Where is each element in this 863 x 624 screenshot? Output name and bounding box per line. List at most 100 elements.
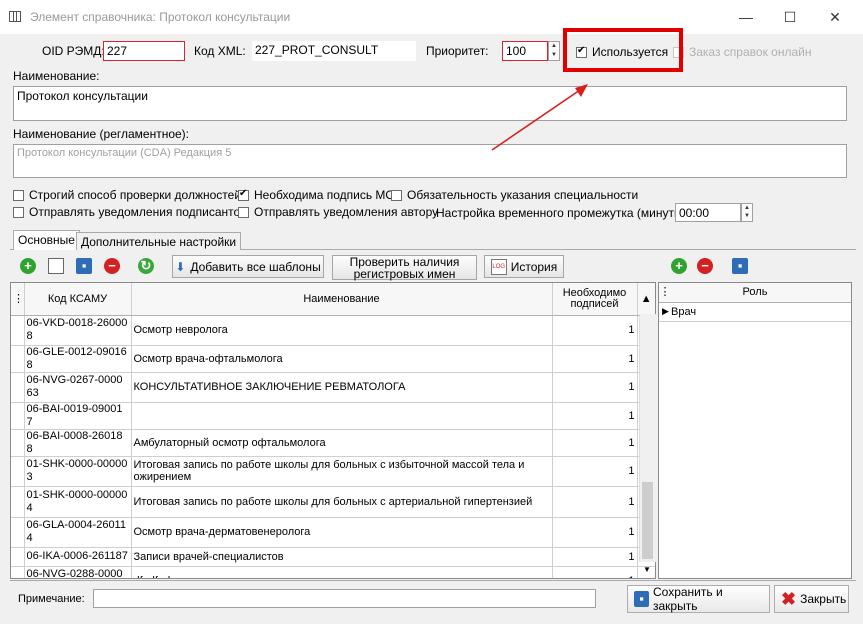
sign-mo-checkbox[interactable] [238,188,249,201]
cell-signatures[interactable]: 1 [552,372,638,403]
time-range-input[interactable]: 00:00 [675,203,741,222]
save-role-icon[interactable]: ▪ [732,258,748,274]
strict-check-checkbox[interactable] [13,189,24,201]
minimize-button[interactable]: — [723,0,769,34]
cell-code[interactable]: 01-SHK-0000-000004 [24,486,132,518]
table-row[interactable]: 06-GLA-0004-260114 Осмотр врача-дерматове… [11,517,655,548]
tab-extra-settings[interactable]: Дополнительные настройки [76,232,242,250]
cell-name[interactable]: Записи врачей-специалистов [131,547,553,567]
cell-name[interactable]: Осмотр врача-офтальмолога [131,345,553,373]
row-indicator[interactable] [11,372,25,403]
row-indicator[interactable] [11,345,25,373]
cell-code[interactable]: 06-NVG-0267-000063 [24,372,132,403]
cell-code[interactable]: 06-NVG-0288-000063 [24,566,132,578]
online-order-checkbox-row[interactable]: Заказ справок онлайн [673,45,811,59]
tab-main[interactable]: Основные [13,230,80,250]
templates-grid[interactable]: ⋮ Код КСАМУ Наименование Необходимо подпи… [10,282,656,579]
cell-signatures[interactable]: 1 [552,456,638,487]
row-indicator[interactable] [11,566,25,578]
grid-scrollbar[interactable] [639,314,656,562]
specialty-required-checkbox[interactable] [391,189,402,201]
save-icon[interactable]: ▪ [76,258,92,274]
name-input[interactable]: Протокол консультации [13,86,847,121]
grid-scroll-thumb[interactable] [642,482,653,559]
row-indicator[interactable] [11,315,25,346]
notify-author-row[interactable]: Отправлять уведомления автору [238,205,438,219]
note-input[interactable] [93,589,596,608]
close-button[interactable]: ✖ Закрыть [774,585,849,613]
cell-name[interactable]: dfgdfgd [131,566,553,578]
cell-signatures[interactable]: 1 [552,486,638,518]
cell-signatures[interactable]: 1 [552,429,638,457]
cell-signatures[interactable]: 1 [552,517,638,548]
col-header-name[interactable]: Наименование [131,283,553,316]
row-indicator[interactable] [11,429,25,457]
roles-grid[interactable]: ⋮ Роль ▶ Врач [658,282,852,579]
maximize-button[interactable]: ☐ [767,0,813,34]
notify-signers-row[interactable]: Отправлять уведомления подписантов [13,205,247,219]
notify-author-checkbox[interactable] [238,206,249,218]
cell-name[interactable]: Итоговая запись по работе школы для боль… [131,486,553,518]
cell-code[interactable]: 06-IKA-0006-261187 [24,547,132,567]
oid-input[interactable]: 227 [103,41,185,61]
cell-name[interactable]: Амбулаторный осмотр офтальмолога [131,429,553,457]
edit-list-icon[interactable] [48,258,64,274]
cell-name[interactable]: КОНСУЛЬТАТИВНОЕ ЗАКЛЮЧЕНИЕ РЕВМАТОЛОГА [131,372,553,403]
save-and-close-button[interactable]: ▪ Сохранить и закрыть [627,585,770,613]
delete-role-icon[interactable]: − [697,258,713,274]
add-all-templates-button[interactable]: ⬇ Добавить все шаблоны [172,255,324,278]
table-row[interactable]: 01-SHK-0000-000003 Итоговая запись по раб… [11,456,655,487]
notify-signers-label: Отправлять уведомления подписантов [29,205,247,219]
table-row[interactable]: 06-BAI-0019-090017 1 [11,402,655,430]
cell-code[interactable]: 06-VKD-0018-260008 [24,315,132,346]
cell-code[interactable]: 06-GLE-0012-090168 [24,345,132,373]
table-row[interactable]: 06-VKD-0018-260008 Осмотр невролога 1 [11,315,655,346]
table-row[interactable]: 06-NVG-0288-000063dfgdfgd1 [11,566,655,578]
table-row[interactable]: 06-NVG-0267-000063 КОНСУЛЬТАТИВНОЕ ЗАКЛЮЧ… [11,372,655,403]
cell-signatures[interactable]: 1 [552,315,638,346]
close-window-button[interactable]: ✕ [812,0,858,34]
cell-name[interactable]: Осмотр врача-дерматовенеролога [131,517,553,548]
cell-name[interactable]: Итоговая запись по работе школы для боль… [131,456,553,487]
notify-signers-checkbox[interactable] [13,206,24,218]
specialty-required-row[interactable]: Обязательность указания специальности [391,188,638,202]
grid-menu-icon[interactable]: ⋮ [11,283,25,316]
cell-code[interactable]: 01-SHK-0000-000003 [24,456,132,487]
cell-signatures[interactable]: 1 [552,566,638,578]
cell-code[interactable]: 06-BAI-0008-260188 [24,429,132,457]
history-button[interactable]: LOG История [484,255,564,278]
check-registry-names-button[interactable]: Проверить наличия регистровых имен [332,255,477,280]
cell-signatures[interactable]: 1 [552,402,638,430]
xml-code-input[interactable]: 227_PROT_CONSULT [252,41,416,61]
cell-code[interactable]: 06-GLA-0004-260114 [24,517,132,548]
refresh-icon[interactable]: ↻ [138,258,154,274]
priority-spinner[interactable]: ▲ ▼ [548,41,560,61]
role-row[interactable]: ▶ Врач [659,303,851,322]
sign-mo-row[interactable]: Необходима подпись МО [238,188,395,202]
roles-col-header[interactable]: Роль [659,286,851,298]
table-row[interactable]: 01-SHK-0000-000004 Итоговая запись по раб… [11,486,655,518]
row-indicator[interactable] [11,517,25,548]
cell-code[interactable]: 06-BAI-0019-090017 [24,402,132,430]
table-row[interactable]: 06-BAI-0008-260188 Амбулаторный осмотр оф… [11,429,655,457]
priority-input[interactable]: 100 [502,41,548,61]
col-header-signatures[interactable]: Необходимо подписей [552,283,638,316]
time-range-spinner[interactable]: ▲ ▼ [741,203,753,222]
row-indicator[interactable] [11,547,25,567]
cell-signatures[interactable]: 1 [552,547,638,567]
scroll-up-arrow[interactable]: ▲ [637,283,655,316]
cell-name[interactable] [131,402,553,430]
cell-name[interactable]: Осмотр невролога [131,315,553,346]
scroll-down-arrow[interactable]: ▼ [639,562,655,578]
table-row[interactable]: 06-GLE-0012-090168 Осмотр врача-офтальмол… [11,345,655,373]
table-row[interactable]: 06-IKA-0006-261187 Записи врачей-специали… [11,547,655,567]
add-icon[interactable]: + [20,258,36,274]
cell-signatures[interactable]: 1 [552,345,638,373]
row-indicator[interactable] [11,486,25,518]
col-header-code[interactable]: Код КСАМУ [24,283,132,316]
row-indicator[interactable] [11,402,25,430]
row-indicator[interactable] [11,456,25,487]
add-role-icon[interactable]: + [671,258,687,274]
delete-icon[interactable]: − [104,258,120,274]
strict-check-row[interactable]: Строгий способ проверки должностей [13,188,241,202]
